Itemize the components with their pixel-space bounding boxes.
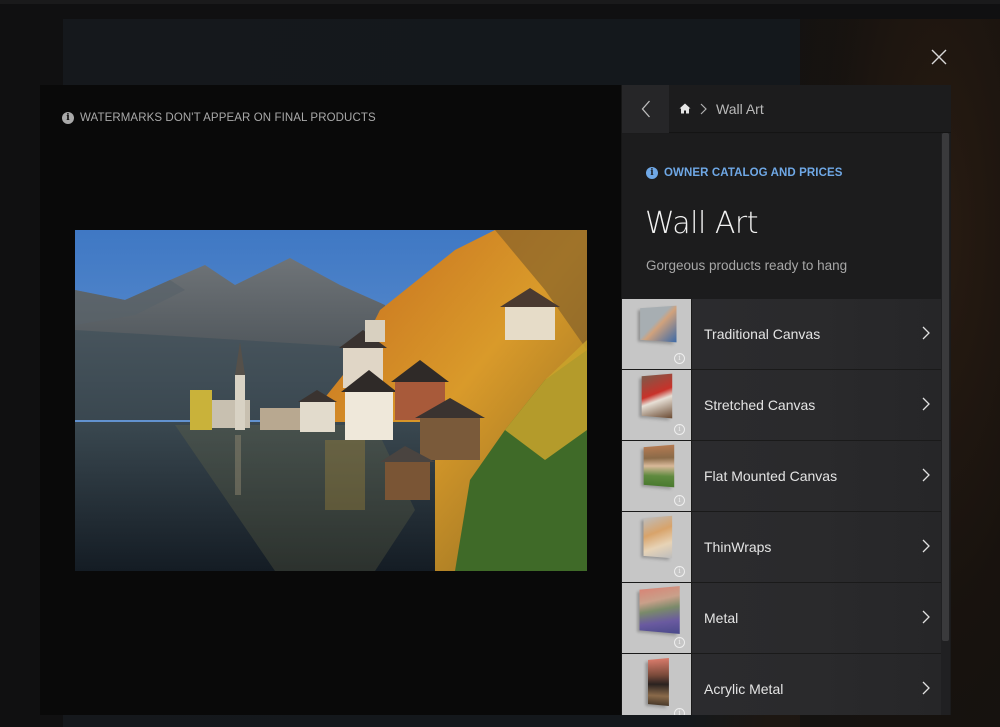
breadcrumb-home[interactable] — [679, 101, 691, 117]
breadcrumb-current: Wall Art — [716, 101, 764, 117]
chevron-right-icon — [922, 326, 930, 340]
close-icon — [931, 49, 947, 65]
product-info-icon[interactable]: i — [674, 495, 685, 506]
owner-catalog-notice[interactable]: i OWNER CATALOG AND PRICES — [646, 167, 843, 179]
section-subtitle: Gorgeous products ready to hang — [646, 258, 848, 273]
product-label: Stretched Canvas — [704, 397, 816, 413]
chevron-right-icon — [922, 539, 930, 553]
chevron-right-icon — [922, 681, 930, 695]
product-info-icon[interactable]: i — [674, 637, 685, 648]
product-preview-image — [643, 444, 675, 488]
catalog-header: i OWNER CATALOG AND PRICES Wall Art Gorg… — [622, 134, 941, 299]
chevron-left-icon — [641, 100, 650, 118]
product-preview-image — [647, 657, 669, 707]
catalog-nav-bar: Wall Art — [622, 85, 951, 133]
product-item-stretched-canvas[interactable]: i Stretched Canvas — [622, 370, 941, 441]
product-preview-image — [639, 586, 680, 634]
product-thumbnail: i — [622, 370, 692, 440]
product-thumbnail: i — [622, 441, 692, 511]
product-info-icon[interactable]: i — [674, 708, 685, 715]
breadcrumb-separator-icon — [700, 103, 707, 115]
product-info-icon[interactable]: i — [674, 424, 685, 435]
info-icon: i — [646, 167, 658, 179]
background-topbar — [0, 0, 1000, 4]
chevron-right-icon — [922, 468, 930, 482]
chevron-right-icon — [922, 610, 930, 624]
close-button[interactable] — [926, 44, 952, 70]
product-info-icon[interactable]: i — [674, 353, 685, 364]
section-title: Wall Art — [645, 206, 758, 241]
product-preview-image — [643, 515, 673, 559]
watermark-notice-text: WATERMARKS DON'T APPEAR ON FINAL PRODUCT… — [80, 112, 376, 124]
preview-photo — [75, 230, 587, 571]
back-button[interactable] — [622, 85, 669, 133]
product-thumbnail: i — [622, 512, 692, 582]
product-list: i Traditional Canvas i Stretched Canvas … — [622, 299, 941, 715]
product-preview-image — [641, 373, 673, 419]
product-thumbnail: i — [622, 654, 692, 715]
product-label: Metal — [704, 610, 739, 626]
product-item-flat-mounted-canvas[interactable]: i Flat Mounted Canvas — [622, 441, 941, 512]
product-item-thinwraps[interactable]: i ThinWraps — [622, 512, 941, 583]
owner-catalog-notice-text: OWNER CATALOG AND PRICES — [664, 167, 843, 179]
catalog-panel: Wall Art i OWNER CATALOG AND PRICES Wall… — [622, 85, 951, 715]
product-label: Acrylic Metal — [704, 681, 784, 697]
product-preview-image — [640, 305, 677, 343]
breadcrumb: Wall Art — [679, 85, 764, 133]
product-label: ThinWraps — [704, 539, 772, 555]
product-thumbnail: i — [622, 299, 692, 369]
catalog-scrollbar-thumb[interactable] — [942, 133, 949, 641]
preview-panel: i WATERMARKS DON'T APPEAR ON FINAL PRODU… — [40, 85, 622, 715]
info-icon: i — [62, 112, 74, 124]
chevron-right-icon — [922, 397, 930, 411]
product-info-icon[interactable]: i — [674, 566, 685, 577]
photo-landscape — [75, 230, 587, 571]
product-item-metal[interactable]: i Metal — [622, 583, 941, 654]
watermark-notice: i WATERMARKS DON'T APPEAR ON FINAL PRODU… — [62, 112, 376, 124]
product-label: Traditional Canvas — [704, 326, 821, 342]
home-icon — [679, 103, 691, 114]
product-label: Flat Mounted Canvas — [704, 468, 838, 484]
product-thumbnail: i — [622, 583, 692, 653]
product-item-acrylic-metal[interactable]: i Acrylic Metal — [622, 654, 941, 715]
product-item-traditional-canvas[interactable]: i Traditional Canvas — [622, 299, 941, 370]
